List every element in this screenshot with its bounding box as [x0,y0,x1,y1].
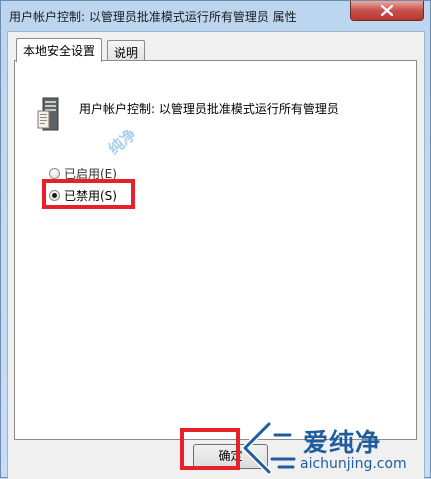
brand-name: 爱纯净 [303,428,382,457]
policy-name: 用户帐户控制: 以管理员批准模式运行所有管理员 [79,102,339,116]
dialog-client-area: 本地安全设置 说明 用户帐户控制: 以管理员批准模式运行所有管理员 纯净 已启用… [7,31,425,479]
brand-logo-icon [242,421,296,475]
radio-enabled[interactable] [49,168,60,179]
watermark-logo: 爱纯净 aichunjing.com [239,421,431,479]
close-button[interactable] [350,1,424,21]
server-icon [37,97,59,131]
properties-dialog: 用户帐户控制: 以管理员批准模式运行所有管理员 属性 本地安全设置 说明 用户帐… [0,0,431,479]
highlight-box-ok-button [180,428,240,470]
close-icon [381,5,393,16]
title-bar[interactable]: 用户帐户控制: 以管理员批准模式运行所有管理员 属性 [1,1,430,31]
tab-local-security-setting[interactable]: 本地安全设置 [16,38,103,62]
watermark-text: 纯净 [105,125,140,159]
highlight-box-disabled-option [42,179,135,209]
brand-url: aichunjing.com [300,456,407,472]
tab-explain[interactable]: 说明 [107,40,146,61]
tab-panel: 用户帐户控制: 以管理员批准模式运行所有管理员 纯净 已启用(E) 已禁用(S) [14,60,417,440]
window-title: 用户帐户控制: 以管理员批准模式运行所有管理员 属性 [9,10,297,24]
